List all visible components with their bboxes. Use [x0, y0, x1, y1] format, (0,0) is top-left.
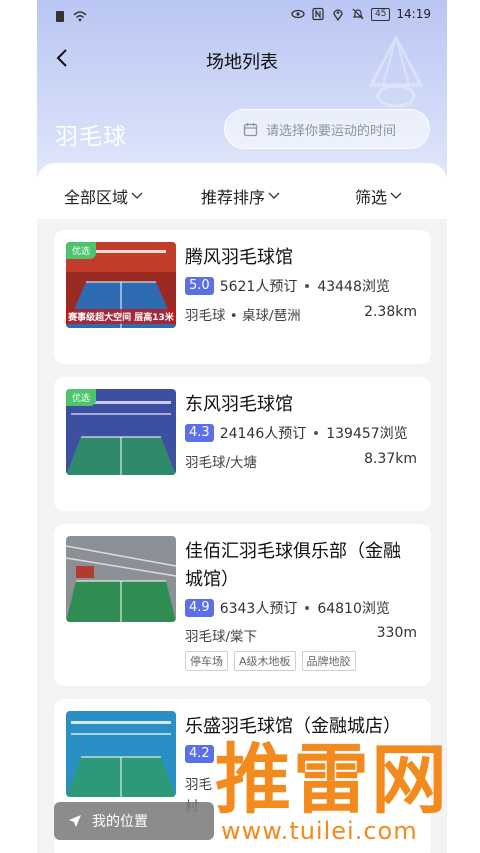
- badge-preferred: 优选: [66, 389, 97, 406]
- venue-distance: 330m: [376, 625, 417, 641]
- venue-bookings: 24146人预订: [219, 426, 307, 442]
- watermark-logo-text: 推雷网: [215, 735, 449, 824]
- battery-indicator: 45: [370, 7, 391, 21]
- court-photo-icon: [66, 711, 176, 797]
- nfc-icon: [312, 7, 324, 21]
- separator-dot: [314, 431, 319, 435]
- thumbnail-caption: 赛事级超大空间 层高13米: [66, 309, 176, 324]
- venue-score: 5.0: [185, 277, 214, 295]
- filter-sort-label: 推荐排序: [201, 188, 266, 207]
- feature-chip: 停车场: [185, 651, 228, 671]
- sim-card-icon: [56, 11, 64, 22]
- status-bar: 45 14:19: [37, 0, 447, 32]
- time-picker-placeholder: 请选择你要运动的时间: [266, 123, 397, 139]
- eye-icon: [291, 9, 305, 19]
- venue-views: 43448浏览: [317, 279, 390, 295]
- sport-title: 羽毛球: [55, 124, 127, 150]
- separator-dot: [305, 606, 310, 610]
- my-location-label: 我的位置: [92, 814, 148, 830]
- chevron-down-icon: [268, 192, 280, 199]
- venue-card[interactable]: 优选 赛事级超大空间 层高13米 腾风羽毛球馆 5.0 5621人预订 4344…: [54, 230, 431, 364]
- my-location-button[interactable]: 我的位置: [54, 802, 214, 840]
- filter-sort-dropdown[interactable]: 推荐排序: [201, 184, 280, 208]
- venue-feature-chips: 停车场 A级木地板 品牌地胶: [185, 651, 356, 671]
- venue-views: 139457浏览: [326, 426, 408, 442]
- chevron-down-icon: [390, 192, 402, 199]
- venue-bookings: 5621人预订: [219, 279, 298, 295]
- navigation-bar: 场地列表: [37, 38, 447, 78]
- venue-card[interactable]: 佳佰汇羽毛球俱乐部（金融 城馆） 4.9 6343人预订 64810浏览 羽毛球…: [54, 524, 431, 686]
- badge-preferred: 优选: [66, 242, 97, 259]
- venue-tags: 羽毛球/棠下: [185, 629, 258, 645]
- filter-more-dropdown[interactable]: 筛选: [355, 184, 402, 208]
- filter-more-label: 筛选: [355, 188, 388, 207]
- mute-bell-icon: [352, 8, 364, 20]
- status-time: 14:19: [396, 7, 431, 21]
- separator-dot: [305, 284, 310, 288]
- venue-thumbnail: 优选 赛事级超大空间 层高13米: [66, 242, 176, 328]
- venue-name-line-2: 城馆）: [185, 569, 239, 590]
- venue-name: 腾风羽毛球馆: [185, 247, 293, 268]
- venue-thumbnail: 优选: [66, 389, 176, 475]
- venue-name: 佳佰汇羽毛球俱乐部（金融 城馆）: [185, 538, 401, 594]
- venue-card[interactable]: 优选 东风羽毛球馆 4.3 24146人预订 139457浏览 羽毛球/大塘 8…: [54, 377, 431, 511]
- wifi-icon: [73, 11, 87, 22]
- chevron-down-icon: [131, 192, 143, 199]
- location-pin-icon: [333, 9, 343, 21]
- app-screen: 45 14:19 场地列表 羽毛球 请选择你要运动的时间 全部区域 推荐排序 筛…: [37, 0, 447, 853]
- feature-chip: A级木地板: [234, 651, 296, 671]
- page-title: 场地列表: [206, 52, 278, 73]
- venue-thumbnail: [66, 711, 176, 797]
- filter-area-label: 全部区域: [64, 188, 129, 207]
- time-picker-input[interactable]: 请选择你要运动的时间: [224, 109, 430, 149]
- feature-chip: 品牌地胶: [301, 651, 356, 671]
- venue-score: 4.2: [185, 745, 214, 763]
- venue-score: 4.9: [185, 599, 214, 617]
- venue-stats: 4.9 6343人预订 64810浏览: [185, 598, 390, 618]
- filter-area-dropdown[interactable]: 全部区域: [64, 184, 143, 208]
- venue-stats: 5.0 5621人预订 43448浏览: [185, 276, 390, 296]
- navigation-arrow-icon: [69, 815, 81, 827]
- venue-distance: 2.38km: [364, 304, 417, 320]
- filter-bar: 全部区域 推荐排序 筛选: [37, 163, 447, 219]
- venue-tags: 羽毛: [185, 777, 212, 793]
- venue-views: 64810浏览: [317, 601, 390, 617]
- venue-tags: 羽毛球/大塘: [185, 455, 258, 471]
- venue-stats: 4.3 24146人预订 139457浏览: [185, 423, 408, 443]
- venue-tags: 羽毛球 • 桌球/琶洲: [185, 308, 301, 324]
- calendar-icon: [243, 122, 258, 136]
- venue-distance: 8.37km: [364, 451, 417, 467]
- venue-score: 4.3: [185, 424, 214, 442]
- venue-name-line-1: 佳佰汇羽毛球俱乐部（金融: [185, 541, 401, 562]
- venue-bookings: 6343人预订: [219, 601, 298, 617]
- watermark: 推雷网 www.tuilei.com: [215, 735, 480, 853]
- venue-name: 东风羽毛球馆: [185, 394, 293, 415]
- venue-thumbnail: [66, 536, 176, 622]
- court-photo-icon: [66, 536, 176, 622]
- watermark-url: www.tuilei.com: [221, 817, 418, 845]
